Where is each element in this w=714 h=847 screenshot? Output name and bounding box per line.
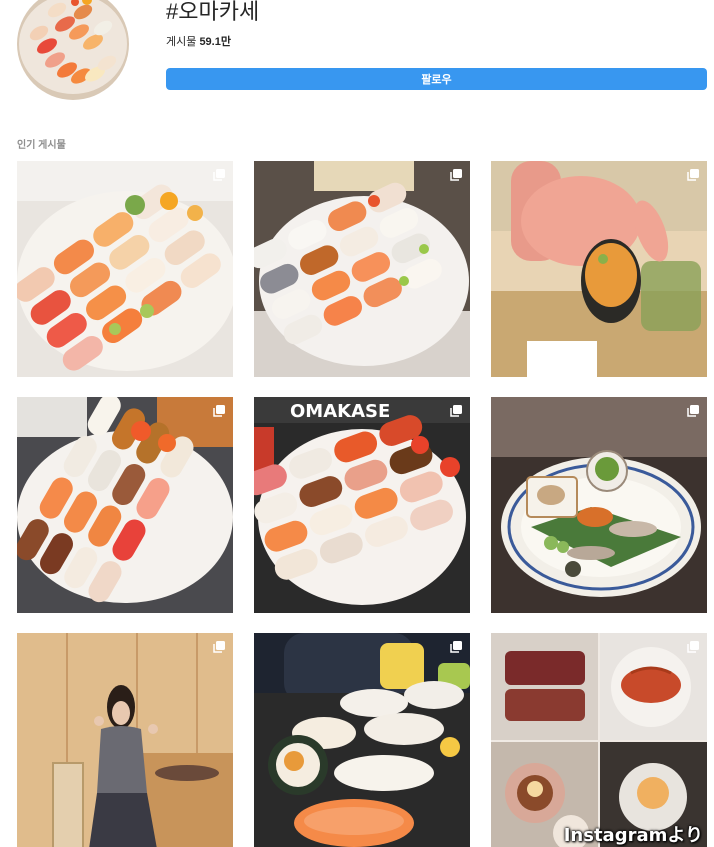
post-image-8 [254,633,470,847]
post-tile-8[interactable] [254,633,470,847]
post-image-1 [17,161,233,377]
source-watermark: Instagramより [563,825,703,846]
multi-photo-icon [450,405,462,417]
post-image-2 [254,161,470,377]
multi-photo-icon [450,169,462,181]
multi-photo-icon [450,641,462,653]
multi-photo-icon [213,405,225,417]
post-tile-9[interactable]: Instagramより [491,633,707,847]
post-image-9 [491,633,707,847]
post-image-3 [491,161,707,377]
popular-posts-label: 인기 게시물 [17,140,66,151]
follow-button[interactable]: 팔로우 [166,68,707,90]
multi-photo-icon [687,641,699,653]
post-tile-3[interactable] [491,161,707,377]
multi-photo-icon [687,405,699,417]
hashtag-avatar [17,0,129,100]
post-image-5: OMAKASE [254,397,470,613]
post-tile-4[interactable] [17,397,233,613]
post-count-label: 게시물 [166,36,197,48]
hashtag-header: #오마카세 게시물 59.1만 팔로우 [0,0,714,110]
post-image-4 [17,397,233,613]
post-image-6 [491,397,707,613]
post-tile-1[interactable] [17,161,233,377]
multi-photo-icon [687,169,699,181]
svg-text:OMAKASE: OMAKASE [290,401,390,422]
post-tile-5[interactable]: OMAKASE [254,397,470,613]
multi-photo-icon [213,641,225,653]
post-tile-6[interactable] [491,397,707,613]
post-image-7 [17,633,233,847]
post-count: 게시물 59.1만 [166,33,231,49]
multi-photo-icon [213,169,225,181]
post-tile-2[interactable] [254,161,470,377]
post-tile-7[interactable] [17,633,233,847]
post-count-value: 59.1만 [199,36,231,48]
hashtag-title: #오마카세 [166,0,260,24]
